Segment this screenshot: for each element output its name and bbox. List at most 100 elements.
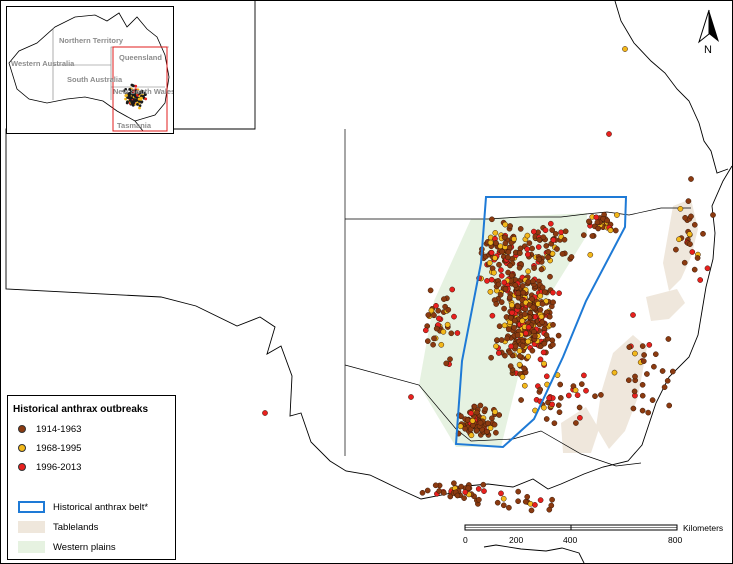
outbreak-point	[644, 371, 650, 377]
outbreak-point	[512, 282, 519, 289]
outbreak-point	[515, 290, 522, 297]
outbreak-point	[464, 417, 471, 423]
outbreak-point	[529, 347, 536, 354]
outbreak-point	[529, 296, 535, 302]
outbreak-point	[526, 240, 533, 246]
outbreak-point	[557, 395, 564, 401]
outbreak-point	[524, 246, 531, 252]
outbreak-point	[639, 381, 646, 388]
outbreak-point	[664, 377, 671, 384]
outbreak-point	[586, 218, 592, 225]
outbreak-point	[494, 499, 501, 506]
outbreak-point	[622, 46, 628, 52]
outbreak-point	[508, 343, 514, 350]
outbreak-point	[502, 240, 509, 247]
legend-swatch-anthrax-belt	[18, 501, 45, 513]
outbreak-point	[710, 212, 716, 218]
outbreak-point	[540, 349, 547, 356]
outbreak-point	[589, 233, 596, 239]
outbreak-point	[427, 287, 434, 294]
outbreak-point	[547, 220, 554, 227]
outbreak-point	[529, 245, 535, 252]
inset-outbreak-point	[130, 83, 134, 87]
outbreak-point	[641, 352, 647, 358]
outbreak-point	[556, 290, 562, 297]
outbreak-point	[489, 415, 495, 422]
outbreak-point	[477, 402, 484, 409]
outbreak-point	[646, 342, 653, 348]
outbreak-point	[639, 343, 646, 349]
outbreak-point	[498, 272, 505, 279]
outbreak-point	[519, 342, 526, 349]
outbreak-point	[448, 330, 455, 337]
outbreak-point	[577, 414, 583, 421]
outbreak-point	[666, 402, 673, 409]
outbreak-point	[625, 377, 632, 384]
outbreak-point	[659, 368, 666, 374]
outbreak-point	[554, 246, 560, 252]
outbreak-point	[498, 267, 504, 273]
outbreak-point	[501, 279, 508, 286]
inset-outbreak-point	[126, 100, 129, 104]
legend-label-tablelands: Tablelands	[53, 521, 99, 533]
legend-label-1914-1963: 1914-1963	[36, 423, 82, 435]
outbreak-point	[691, 221, 698, 228]
outbreak-point	[499, 248, 505, 255]
outbreak-point	[556, 409, 563, 416]
outbreak-point	[651, 363, 657, 370]
outbreak-point	[465, 485, 472, 492]
outbreak-point	[493, 301, 500, 307]
outbreak-point	[537, 497, 544, 503]
outbreak-point	[502, 285, 509, 292]
outbreak-point	[546, 395, 552, 401]
outbreak-point	[573, 420, 579, 426]
outbreak-point	[440, 490, 447, 496]
inset-outbreak-point	[130, 101, 134, 104]
outbreak-point	[498, 337, 505, 343]
outbreak-point	[583, 387, 589, 394]
outbreak-point	[632, 350, 638, 357]
outbreak-point	[492, 255, 498, 261]
outbreak-point	[578, 381, 585, 387]
legend-item-anthrax-belt: Historical anthrax belt*	[18, 500, 148, 514]
outbreak-point	[505, 326, 512, 333]
legend-item-period-1: 1914-1963	[18, 422, 81, 436]
scale-tick-800: 800	[668, 535, 683, 545]
outbreak-point	[686, 231, 693, 237]
outbreak-point	[541, 404, 547, 411]
outbreak-point	[630, 312, 636, 318]
outbreak-point	[509, 309, 515, 316]
outbreak-point	[611, 369, 618, 376]
outbreak-point	[576, 404, 583, 411]
outbreak-point	[491, 269, 497, 276]
outbreak-point	[532, 502, 538, 508]
outbreak-point	[505, 249, 512, 255]
outbreak-point	[543, 373, 550, 380]
outbreak-point	[408, 394, 414, 400]
outbreak-point	[545, 254, 551, 261]
outbreak-point	[689, 249, 696, 255]
outbreak-point	[451, 480, 457, 487]
outbreak-point	[500, 502, 507, 509]
inset-label-northern-territory: Northern Territory	[59, 36, 124, 45]
outbreak-point	[681, 259, 688, 266]
outbreak-point	[521, 365, 527, 372]
outbreak-point	[691, 266, 698, 273]
outbreak-point	[594, 219, 601, 226]
outbreak-point	[639, 407, 646, 414]
outbreak-point	[521, 382, 528, 389]
legend-item-western-plains: Western plains	[18, 540, 116, 554]
outbreak-point	[565, 392, 572, 399]
outbreak-point	[558, 229, 564, 236]
outbreak-point	[506, 294, 513, 301]
outbreak-point	[539, 319, 546, 326]
legend-item-period-2: 1968-1995	[18, 441, 81, 455]
outbreak-point	[447, 356, 453, 363]
outbreak-point	[593, 214, 600, 221]
outbreak-point	[543, 243, 550, 249]
outbreak-point	[488, 276, 495, 283]
outbreak-point	[649, 397, 656, 403]
outbreak-point	[537, 356, 544, 363]
outbreak-point	[562, 228, 569, 235]
outbreak-point	[546, 313, 553, 320]
